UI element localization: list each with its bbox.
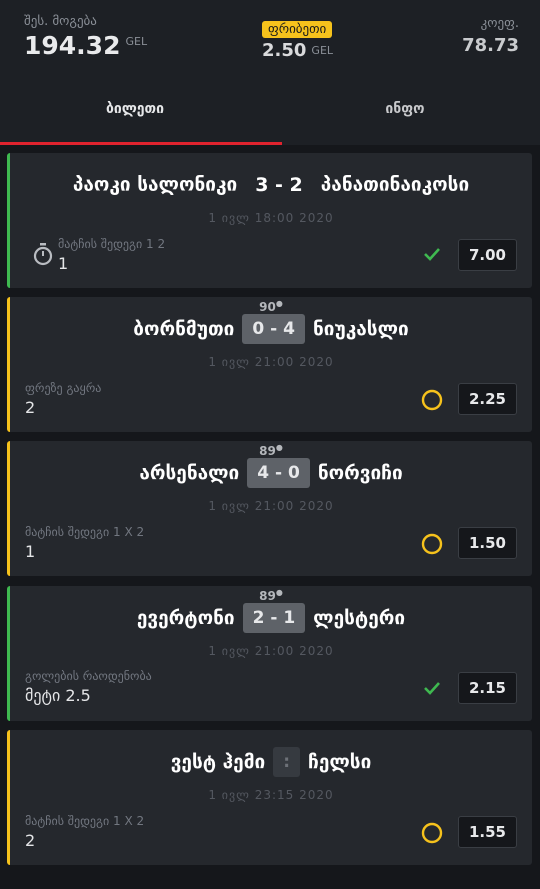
- tab-bar: ბილეთი ინფო: [0, 82, 540, 145]
- bet-type: მატჩის შედეგი 1 X 2: [25, 525, 145, 539]
- away-team: პანათინაიკოსი: [320, 173, 470, 196]
- match-score: 0 - 4: [242, 314, 305, 344]
- pending-circle-icon: [421, 389, 443, 411]
- pending-circle-icon: [421, 822, 443, 844]
- stopwatch-icon: [33, 243, 53, 266]
- potential-win-label: შეს. მოგება: [24, 14, 97, 29]
- match-date: 1 ივლ 21:00 2020: [208, 644, 334, 658]
- freebet-badge: ფრიბეთი: [262, 21, 333, 38]
- bet-type: გოლების რაოდენობა: [25, 669, 152, 683]
- currency: GEL: [311, 44, 334, 57]
- bet-card[interactable]: 89● ევერტონი 2 - 1 ლესტერი 1 ივლ 21:00 202…: [7, 586, 532, 721]
- bet-card[interactable]: ვესტ ჰემი: ჩელსი 1 ივლ 23:15 2020 მატჩის …: [7, 730, 532, 865]
- freebet: ფრიბეთი 2.50 GEL: [262, 18, 333, 61]
- match-minute: 89●: [259, 443, 283, 458]
- home-team: ვესტ ჰემი: [170, 751, 266, 773]
- active-tab-indicator: [0, 142, 282, 145]
- match-teams: ევერტონი 2 - 1 ლესტერი: [10, 603, 532, 633]
- bet-slip-header: შეს. მოგება 194.32 GEL ფრიბეთი 2.50 GEL კო…: [0, 0, 540, 145]
- bet-type: მატჩის შედეგი 1 2: [58, 237, 166, 251]
- home-team: ბორნმუთი: [133, 318, 235, 340]
- bet-pick: 2: [25, 398, 36, 417]
- total-odds-label: კოეფ.: [480, 16, 519, 31]
- currency: GEL: [125, 35, 148, 48]
- match-date: 1 ივლ 21:00 2020: [208, 499, 334, 513]
- match-teams: ვესტ ჰემი: ჩელსი: [10, 747, 532, 777]
- match-minute: 90●: [259, 299, 283, 314]
- home-team: ევერტონი: [136, 607, 235, 629]
- match-score: 2 - 1: [242, 603, 306, 633]
- odd-value: 2.15: [458, 672, 517, 704]
- total-odds-value: 78.73: [462, 35, 519, 56]
- match-minute: 89●: [259, 588, 283, 603]
- away-team: ჩელსი: [308, 751, 372, 773]
- bet-card[interactable]: 90● ბორნმუთი 0 - 4 ნიუკასლი 1 ივლ 21:00 20…: [7, 297, 532, 432]
- odd-value: 1.50: [458, 527, 517, 559]
- away-team: ნიუკასლი: [312, 318, 409, 340]
- match-score: :: [273, 747, 301, 777]
- tab-info[interactable]: ინფო: [270, 82, 540, 142]
- home-team: პაოკი სალონიკი: [72, 173, 238, 196]
- match-date: 1 ივლ 21:00 2020: [208, 355, 334, 369]
- match-teams: პაოკი სალონიკი 3 - 2 პანათინაიკოსი: [10, 173, 532, 196]
- check-icon: [424, 248, 440, 261]
- match-score: 4 - 0: [247, 458, 310, 488]
- bet-pick: 2: [25, 831, 36, 850]
- odd-value: 2.25: [458, 383, 517, 415]
- potential-win: შეს. მოგება 194.32 GEL: [24, 14, 147, 60]
- bet-pick: მეტი 2.5: [25, 686, 91, 705]
- home-team: არსენალი: [139, 462, 240, 484]
- bet-pick: 1: [58, 254, 69, 273]
- total-odds: კოეფ. 78.73: [462, 16, 519, 56]
- match-teams: ბორნმუთი 0 - 4 ნიუკასლი: [10, 314, 532, 344]
- odd-value: 7.00: [458, 239, 517, 271]
- away-team: ლესტერი: [313, 607, 406, 629]
- bet-type: ფრეზე გაყრა: [25, 381, 102, 395]
- away-team: ნორვიჩი: [317, 462, 403, 484]
- odd-value: 1.55: [458, 816, 517, 848]
- match-date: 1 ივლ 23:15 2020: [208, 788, 334, 802]
- check-icon: [424, 682, 440, 695]
- bet-pick: 1: [25, 542, 36, 561]
- match-score: 3 - 2: [255, 173, 303, 196]
- match-date: 1 ივლ 18:00 2020: [208, 211, 334, 225]
- freebet-amount: 2.50 GEL: [262, 40, 334, 61]
- potential-win-amount: 194.32 GEL: [24, 31, 148, 60]
- bet-card[interactable]: 89● არსენალი 4 - 0 ნორვიჩი 1 ივლ 21:00 202…: [7, 441, 532, 576]
- tab-ticket[interactable]: ბილეთი: [0, 82, 270, 142]
- pending-circle-icon: [421, 533, 443, 555]
- bet-type: მატჩის შედეგი 1 X 2: [25, 814, 145, 828]
- bet-card[interactable]: პაოკი სალონიკი 3 - 2 პანათინაიკოსი 1 ივლ 1…: [7, 153, 532, 288]
- match-teams: არსენალი 4 - 0 ნორვიჩი: [10, 458, 532, 488]
